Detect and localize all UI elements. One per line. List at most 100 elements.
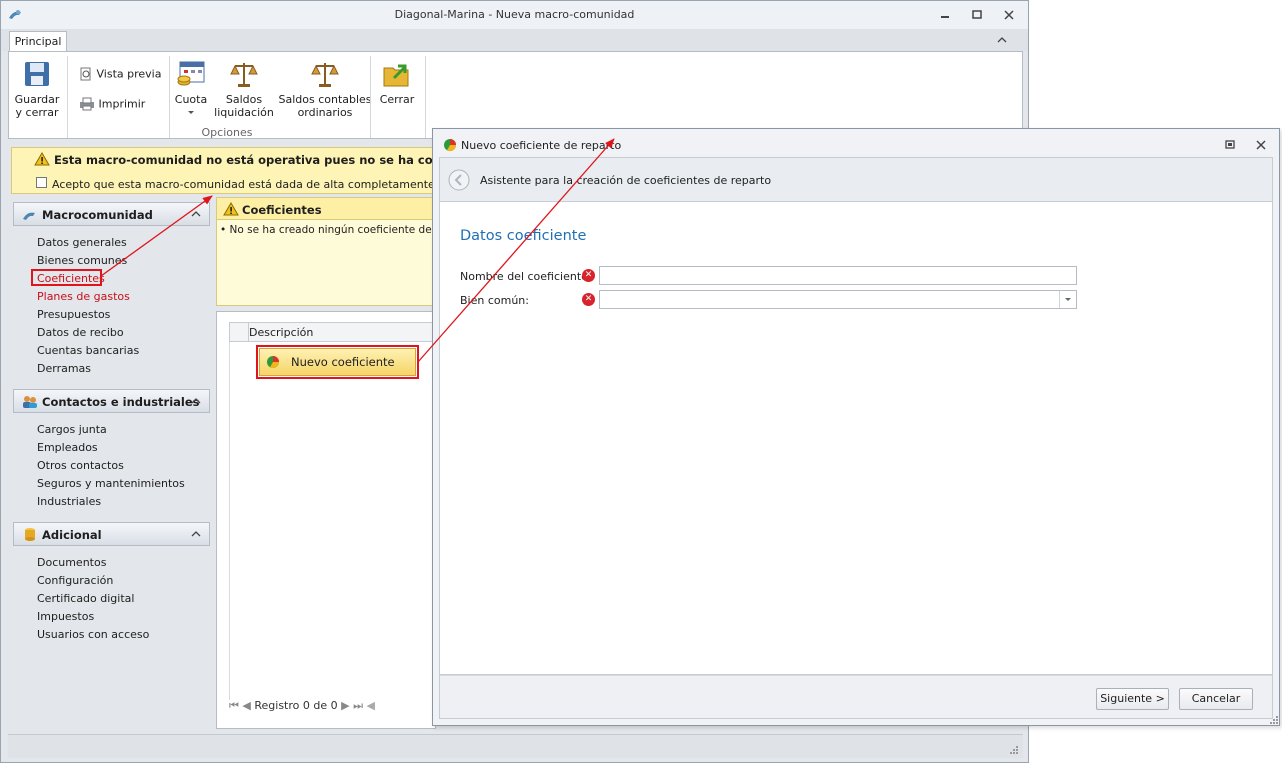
magnifier-page-icon [80, 67, 91, 81]
save-close-button[interactable]: Guardar y cerrar [11, 60, 63, 119]
tab-principal[interactable]: Principal [9, 31, 67, 52]
scales-icon [230, 63, 258, 87]
sidebar-item-seguros[interactable]: Seguros y mantenimientos [37, 477, 185, 490]
sidebar-item-otros-contactos[interactable]: Otros contactos [37, 459, 124, 472]
wizard-header-text: Asistente para la creación de coeficient… [480, 174, 772, 187]
sidebar-item-usuarios[interactable]: Usuarios con acceso [37, 628, 149, 641]
highlight-box-coeficientes [31, 269, 102, 286]
minimize-icon [941, 16, 949, 18]
printer-icon [80, 97, 94, 111]
restore-icon [1225, 140, 1235, 149]
bien-select[interactable] [599, 290, 1077, 309]
saldos-liquidacion-button[interactable]: Saldos liquidación [214, 60, 274, 119]
grid-header: Descripción [229, 322, 437, 342]
dialog-title: Nuevo coeficiente de reparto [461, 139, 622, 152]
next-record-icon[interactable]: ▶ [341, 699, 349, 712]
sidebar-item-presupuestos[interactable]: Presupuestos [37, 308, 110, 321]
ribbon-separator [67, 56, 68, 138]
accept-checkbox[interactable] [36, 177, 47, 188]
section-title: Datos coeficiente [460, 228, 587, 244]
sidebar-group-macrocomunidad[interactable]: Macrocomunidad [13, 202, 210, 226]
minimize-button[interactable] [935, 7, 955, 23]
close-icon [1256, 140, 1266, 150]
scroll-left-icon[interactable]: ◀ [367, 699, 375, 712]
collapse-ribbon-icon[interactable] [997, 35, 1007, 45]
warning-title: Esta macro-comunidad no está operativa p… [54, 153, 494, 167]
ribbon-group-label: Opciones [201, 126, 253, 139]
resize-grip-icon[interactable] [1009, 745, 1019, 755]
sidebar-item-derramas[interactable]: Derramas [37, 362, 91, 375]
scales-icon [311, 63, 339, 87]
sidebar-item-configuracion[interactable]: Configuración [37, 574, 113, 587]
save-close-label-1: Guardar [14, 93, 60, 106]
bien-select-dropdown[interactable] [1059, 291, 1076, 308]
restore-icon [972, 10, 982, 19]
dropdown-arrow-icon [188, 111, 194, 114]
new-coeficiente-dialog: Nuevo coeficiente de reparto Asistente p… [432, 128, 1280, 726]
ribbon-separator [425, 56, 426, 138]
last-record-icon[interactable]: ⏭ [353, 699, 363, 712]
sidebar-item-impuestos[interactable]: Impuestos [37, 610, 94, 623]
sidebar-item-cargos-junta[interactable]: Cargos junta [37, 423, 107, 436]
close-button[interactable] [999, 7, 1019, 23]
cuota-button[interactable]: Cuota [172, 60, 210, 119]
dialog-restore-button[interactable] [1220, 137, 1240, 153]
name-field-label: Nombre del coeficiente: [460, 270, 592, 283]
warning-bar: Esta macro-comunidad no está operativa p… [11, 147, 506, 194]
chevron-down-icon [1065, 298, 1071, 301]
sidebar-item-planes-de-gastos[interactable]: Planes de gastos [37, 290, 130, 303]
sidebar-group-contactos[interactable]: Contactos e industriales [13, 389, 210, 413]
wizard-body: Datos coeficiente Nombre del coeficiente… [439, 201, 1273, 675]
floppy-disk-icon [25, 62, 49, 86]
bien-field-label: Bien común: [460, 294, 529, 307]
calendar-coins-icon [177, 61, 205, 86]
print-button[interactable]: Imprimir [79, 97, 145, 111]
next-button[interactable]: Siguiente > [1096, 688, 1169, 710]
sidebar-item-documentos[interactable]: Documentos [37, 556, 106, 569]
cerrar-button[interactable]: Cerrar [375, 60, 419, 106]
print-label: Imprimir [98, 97, 146, 111]
print-preview-button[interactable]: Vista previa [79, 67, 161, 81]
pie-chart-icon [444, 139, 456, 152]
maximize-button[interactable] [967, 7, 987, 23]
first-record-icon[interactable]: ⏮ [229, 699, 239, 712]
sidebar-item-certificado-digital[interactable]: Certificado digital [37, 592, 134, 605]
coeficientes-panel-title: Coeficientes [242, 203, 322, 217]
prev-record-icon[interactable]: ◀ [242, 699, 250, 712]
cancel-button[interactable]: Cancelar [1179, 688, 1253, 710]
chevron-up-icon[interactable] [191, 210, 201, 218]
ribbon-separator [370, 56, 371, 138]
sidebar-group-title: Contactos e industriales [42, 395, 200, 409]
wizard-header: Asistente para la creación de coeficient… [439, 157, 1273, 201]
sidebar-item-bienes-comunes[interactable]: Bienes comunes [37, 254, 127, 267]
grid-left-border [229, 342, 230, 700]
coeficientes-panel-header: Coeficientes [216, 197, 436, 220]
grid-row-indicator [230, 323, 249, 341]
column-descripcion[interactable]: Descripción [249, 326, 313, 339]
warning-icon [34, 152, 50, 166]
error-icon: ✕ [582, 293, 595, 306]
chevron-up-icon[interactable] [191, 530, 201, 538]
saldos-liquidacion-label-1: Saldos [225, 93, 263, 106]
back-arrow-icon[interactable] [448, 169, 470, 191]
highlight-box-nuevo-coeficiente [256, 345, 419, 379]
status-bar [8, 734, 1023, 758]
chevron-up-icon[interactable] [191, 397, 201, 405]
sidebar-item-datos-de-recibo[interactable]: Datos de recibo [37, 326, 124, 339]
ribbon-tab-row: Principal [1, 29, 1028, 52]
dialog-close-button[interactable] [1251, 137, 1271, 153]
saldos-contables-button[interactable]: Saldos contables ordinarios [275, 60, 375, 119]
name-input[interactable] [599, 266, 1077, 285]
resize-grip-icon[interactable] [1269, 715, 1279, 725]
sidebar-item-industriales[interactable]: Industriales [37, 495, 101, 508]
sidebar-item-datos-generales[interactable]: Datos generales [37, 236, 127, 249]
sidebar-group-adicional[interactable]: Adicional [13, 522, 210, 546]
title-bar: Diagonal-Marina - Nueva macro-comunidad [1, 1, 1028, 29]
grid-pager: ⏮ ◀ Registro 0 de 0 ▶ ⏭ ◀ [229, 699, 435, 717]
sidebar-item-cuentas-bancarias[interactable]: Cuentas bancarias [37, 344, 139, 357]
save-close-label-2: y cerrar [15, 106, 59, 119]
coeficientes-panel-body: • No se ha creado ningún coeficiente de … [216, 220, 474, 306]
sidebar-item-empleados[interactable]: Empleados [37, 441, 98, 454]
saldos-contables-label-2: ordinarios [297, 106, 353, 119]
warning-icon [223, 202, 239, 216]
